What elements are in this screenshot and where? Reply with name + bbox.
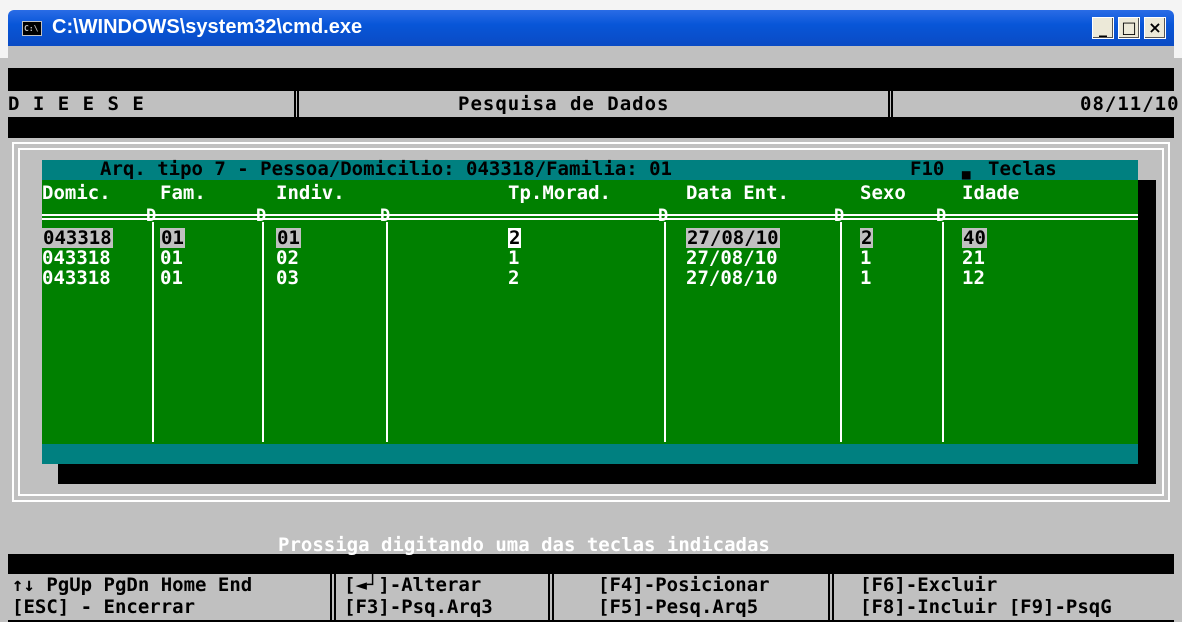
col-header-domic: Domic. <box>42 182 111 204</box>
cell-tpmorad[interactable]: 1 <box>508 248 519 268</box>
column-divider <box>664 222 666 442</box>
key-posicionar[interactable]: [F4]-Posicionar <box>598 574 770 596</box>
column-divider <box>262 222 264 442</box>
header-divider <box>294 91 299 117</box>
cell-indiv[interactable]: 01 <box>276 228 301 248</box>
help-separator: ▄ <box>962 164 971 180</box>
col-header-dataent: Data Ent. <box>686 182 789 204</box>
titlebar-bar[interactable]: C:\ C:\WINDOWS\system32\cmd.exe _ □ × <box>8 10 1174 46</box>
key-divider <box>548 574 554 620</box>
header-divider <box>888 91 893 117</box>
key-pesq-arq5[interactable]: [F5]-Pesq.Arq5 <box>598 596 758 618</box>
col-header-sexo: Sexo <box>860 182 906 204</box>
header-bar: D I E E S E Pesquisa de Dados 08/11/10 <box>8 91 1179 117</box>
minimize-button[interactable]: _ <box>1092 17 1114 39</box>
window-title: C:\WINDOWS\system32\cmd.exe <box>52 16 363 38</box>
panel-title-bar: Arq. tipo 7 - Pessoa/Domicilio: 043318/F… <box>42 158 1138 180</box>
prompt-bar: Prossiga digitando uma das teclas indica… <box>8 526 1174 556</box>
col-header-idade: Idade <box>962 182 1020 204</box>
panel-footer-bar <box>42 444 1138 464</box>
column-divider <box>386 222 388 442</box>
cell-tpmorad[interactable]: 2 <box>508 228 522 248</box>
panel-title: Arq. tipo 7 - Pessoa/Domicilio: 043318/F… <box>100 158 672 180</box>
app-name: D I E E S E <box>8 93 145 115</box>
key-nav[interactable]: ↑↓ PgUp PgDn Home End <box>12 574 252 596</box>
maximize-button[interactable]: □ <box>1118 17 1140 39</box>
cell-domic[interactable]: 043318 <box>42 228 113 248</box>
cell-indiv[interactable]: 02 <box>276 248 299 268</box>
header-date: 08/11/10 <box>1080 93 1180 115</box>
console-area[interactable]: D I E E S E Pesquisa de Dados 08/11/10 A… <box>8 46 1179 622</box>
cell-indiv[interactable]: 03 <box>276 268 299 288</box>
screen-title: Pesquisa de Dados <box>458 93 670 115</box>
close-button[interactable]: × <box>1144 17 1166 39</box>
cell-domic[interactable]: 043318 <box>42 248 111 268</box>
key-divider <box>330 574 336 620</box>
col-header-fam: Fam. <box>160 182 206 204</box>
key-divider <box>828 574 834 620</box>
key-legend: ↑↓ PgUp PgDn Home End [◄┘]-Alterar [F4]-… <box>8 574 1174 620</box>
cell-idade[interactable]: 40 <box>962 228 987 248</box>
cmd-app-icon[interactable]: C:\ <box>22 21 42 36</box>
cell-tpmorad[interactable]: 2 <box>508 268 519 288</box>
cell-dataent[interactable]: 27/08/10 <box>686 248 778 268</box>
col-header-indiv: Indiv. <box>276 182 345 204</box>
key-alterar[interactable]: [◄┘]-Alterar <box>344 574 481 596</box>
header-separator <box>42 214 1138 220</box>
cell-dataent[interactable]: 27/08/10 <box>686 268 778 288</box>
prompt-text: Prossiga digitando uma das teclas indica… <box>278 534 770 556</box>
cell-sexo[interactable]: 1 <box>860 268 871 288</box>
key-incluir-psqg[interactable]: [F8]-Incluir [F9]-PsqG <box>860 596 1112 618</box>
cell-idade[interactable]: 12 <box>962 268 985 288</box>
cell-dataent[interactable]: 27/08/10 <box>686 228 780 248</box>
col-header-tpmorad: Tp.Morad. <box>508 182 611 204</box>
cell-sexo[interactable]: 2 <box>860 228 874 248</box>
help-label[interactable]: Teclas <box>988 158 1057 180</box>
key-excluir[interactable]: [F6]-Excluir <box>860 574 997 596</box>
column-divider <box>840 222 842 442</box>
records-panel[interactable] <box>42 160 1138 463</box>
cell-fam[interactable]: 01 <box>160 268 183 288</box>
column-divider <box>942 222 944 442</box>
cell-sexo[interactable]: 1 <box>860 248 871 268</box>
help-key[interactable]: F10 <box>910 158 944 180</box>
cell-idade[interactable]: 21 <box>962 248 985 268</box>
cell-domic[interactable]: 043318 <box>42 268 111 288</box>
column-divider <box>152 222 154 442</box>
cell-fam[interactable]: 01 <box>160 228 185 248</box>
key-encerrar[interactable]: [ESC] - Encerrar <box>12 596 195 618</box>
key-psq-arq3[interactable]: [F3]-Psq.Arq3 <box>344 596 493 618</box>
cell-fam[interactable]: 01 <box>160 248 183 268</box>
